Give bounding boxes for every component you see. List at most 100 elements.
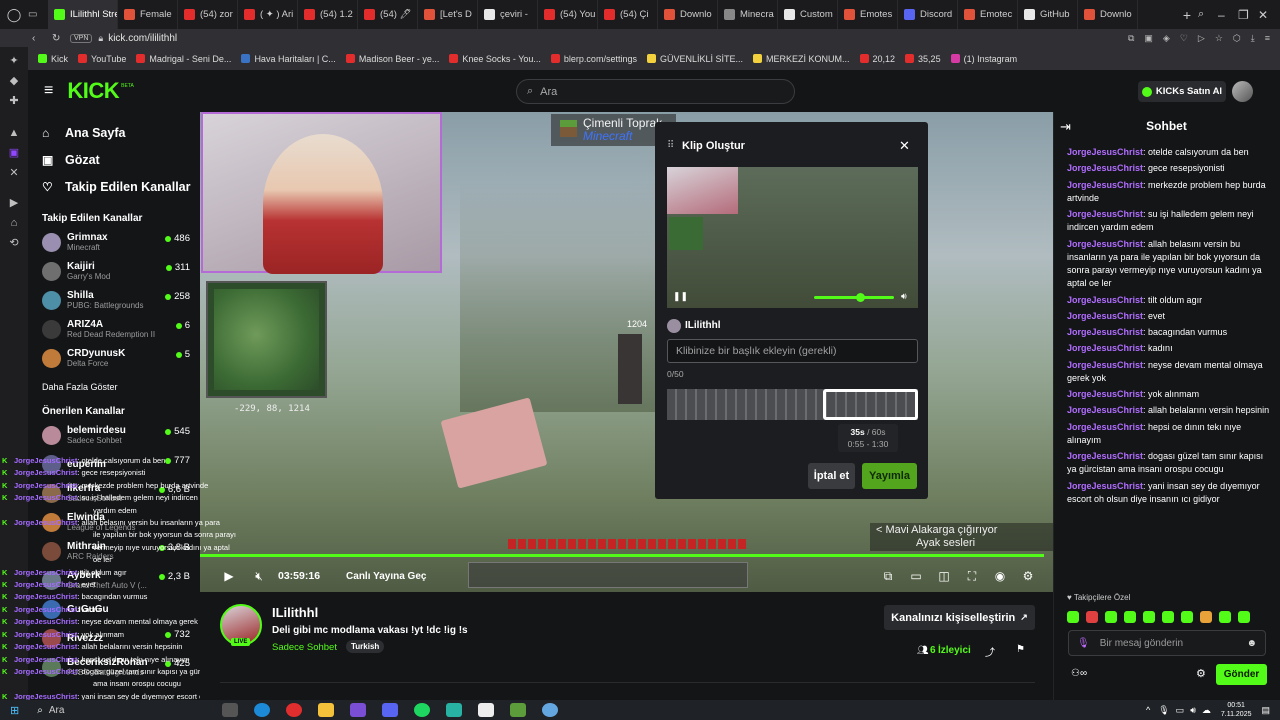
tray-cloud-icon[interactable]: ☁ <box>1202 705 1211 716</box>
send-button[interactable]: Gönder <box>1216 664 1267 685</box>
clip-title-input[interactable]: Klibinize bir başlık ekleyin (gerekli) <box>667 339 918 363</box>
emote-icon[interactable] <box>1086 611 1098 623</box>
tray-volume-icon[interactable]: 🔊︎ <box>1190 705 1196 716</box>
browser-tab[interactable]: (54) 1.2 <box>298 0 358 29</box>
chat-username[interactable]: JorgeJesusChrist <box>1067 163 1143 173</box>
microphone-icon[interactable]: 🎙︎ <box>1077 638 1090 649</box>
opera-icon[interactable] <box>286 703 303 717</box>
emote-icon[interactable] <box>1200 611 1212 623</box>
bookmark-item[interactable]: 35,25 <box>905 54 941 64</box>
emote-icon[interactable] <box>1143 611 1155 623</box>
hamburger-menu-icon[interactable]: ≡ <box>44 82 53 100</box>
pin-icon[interactable]: ◆ <box>6 75 22 87</box>
app-icon-blue[interactable] <box>542 703 559 717</box>
chat-username[interactable]: JorgeJesusChrist <box>1067 209 1143 219</box>
notification-icon[interactable]: ▤ <box>1261 705 1270 716</box>
windows-start-icon[interactable]: ⊞ <box>10 704 19 717</box>
chat-username[interactable]: JorgeJesusChrist <box>1067 147 1143 157</box>
language-tag[interactable]: Turkish <box>346 640 385 653</box>
channel-item[interactable]: CRDyunusK Delta Force 5 <box>28 344 200 373</box>
discord-icon[interactable] <box>382 703 399 717</box>
user-avatar[interactable] <box>1232 81 1253 102</box>
clip-volume-slider[interactable] <box>814 293 894 302</box>
chat-settings-icon[interactable]: ⚙ <box>1196 667 1206 680</box>
kick-logo[interactable]: KICK <box>67 78 119 104</box>
browser-tab[interactable]: ILilithhl Stre <box>48 0 118 29</box>
bookmark-item[interactable]: 20,12 <box>859 54 895 64</box>
mini-player-button[interactable]: ◫ <box>933 565 955 587</box>
bookmark-item[interactable]: MERKEZİ KONUM... <box>753 54 850 64</box>
browser-tab[interactable]: [Let's D <box>418 0 478 29</box>
minecraft-icon[interactable] <box>510 703 527 717</box>
taskbar-search-box[interactable] <box>64 703 214 717</box>
browser-tab[interactable]: ( ✦ ) Ari <box>238 0 298 29</box>
nav-item[interactable]: ▣ Gözat <box>28 146 200 173</box>
channel-item[interactable]: Grimnax Minecraft 486 <box>28 228 200 257</box>
chat-username[interactable]: JorgeJesusChrist <box>1067 239 1143 249</box>
close-icon[interactable]: ✕ <box>899 138 910 154</box>
emote-icon[interactable] <box>1181 611 1193 623</box>
heart-icon[interactable]: ♡ <box>1180 33 1188 44</box>
bookmark-item[interactable]: YouTube <box>78 54 126 64</box>
back-icon[interactable]: ‹ <box>32 33 52 44</box>
vpn-badge[interactable]: VPN <box>70 33 93 43</box>
browser-tab[interactable]: Minecra <box>718 0 778 29</box>
taskbar-search[interactable]: Ara <box>49 705 65 716</box>
close-window-button[interactable]: ✕ <box>1258 8 1280 22</box>
snapshot-icon[interactable]: ⧉ <box>1128 33 1134 44</box>
tray-chevron-icon[interactable]: ^ <box>1146 705 1150 715</box>
chat-username[interactable]: JorgeJesusChrist <box>1067 343 1143 353</box>
clip-pause-icon[interactable]: ❚❚ <box>673 291 688 302</box>
bookmark-icon[interactable]: ⌂ <box>6 217 22 229</box>
browser-tab[interactable]: Emotec <box>958 0 1018 29</box>
channel-item[interactable]: Shilla PUBG: Battlegrounds 258 <box>28 286 200 315</box>
browser-tab[interactable]: Downlo <box>658 0 718 29</box>
browser-tab[interactable]: Emotes <box>838 0 898 29</box>
tab-overview-icon[interactable]: ▭ <box>28 9 48 20</box>
emoji-picker-icon[interactable]: ☻ <box>1246 638 1257 649</box>
minimize-button[interactable]: – <box>1218 8 1238 22</box>
bookmark-item[interactable]: Madison Beer - ye... <box>345 54 439 64</box>
emote-icon[interactable] <box>1238 611 1250 623</box>
browser-tab[interactable]: çeviri - <box>478 0 538 29</box>
bookmark-item[interactable]: blerp.com/settings <box>550 54 637 64</box>
app-icon-teal[interactable] <box>446 703 463 717</box>
clip-preview[interactable]: ❚❚ 🔊︎ <box>667 167 918 308</box>
clip-selection-handle[interactable] <box>822 389 918 420</box>
taskbar-search-icon[interactable]: ⌕ <box>37 705 43 716</box>
browser-tab[interactable]: Femalе <box>118 0 178 29</box>
edge-icon[interactable] <box>254 703 271 717</box>
url-field[interactable]: kick.com/ililithhl <box>108 33 177 44</box>
chat-username[interactable]: JorgeJesusChrist <box>1067 422 1143 432</box>
player-icon[interactable]: ▶ <box>6 197 22 209</box>
play-button[interactable]: ▶ <box>218 565 240 587</box>
buy-kicks-button[interactable]: KICKs Satın Al <box>1138 81 1226 102</box>
file-explorer-icon[interactable] <box>318 703 335 717</box>
chat-users-icon[interactable]: ⚇∞ <box>1071 668 1087 679</box>
browser-tab[interactable]: (54) zor <box>178 0 238 29</box>
clip-volume-icon[interactable]: 🔊︎ <box>901 291 907 302</box>
cancel-button[interactable]: İptal et <box>808 463 855 489</box>
chat-username[interactable]: JorgeJesusChrist <box>1067 389 1143 399</box>
aria-icon[interactable]: ✦ <box>6 55 22 67</box>
chat-username[interactable]: JorgeJesusChrist <box>1067 295 1143 305</box>
shield-icon[interactable]: ◈ <box>1163 33 1170 44</box>
chat-username[interactable]: JorgeJesusChrist <box>1067 451 1143 461</box>
crop-icon[interactable]: ▣ <box>1144 33 1153 44</box>
bookmark-item[interactable]: Madrigal - Seni De... <box>136 54 231 64</box>
bookmark-item[interactable]: Knee Socks - You... <box>449 54 541 64</box>
app-icon-purple[interactable] <box>350 703 367 717</box>
history-icon[interactable]: ⟲ <box>6 237 22 249</box>
tools-icon[interactable]: ✚ <box>6 95 22 107</box>
channel-item[interactable]: ARIZ4A Red Dead Redemption II 6 <box>28 315 200 344</box>
browser-tab[interactable]: (54) You <box>538 0 598 29</box>
browser-tab[interactable]: Custom <box>778 0 838 29</box>
browser-tab[interactable]: Discord <box>898 0 958 29</box>
menu-icon[interactable]: ≡ <box>1265 33 1270 44</box>
stream-category[interactable]: Sadece Sohbet <box>272 642 337 653</box>
bookmark-item[interactable]: GÜVENLİKLİ SİTE... <box>646 54 743 64</box>
channel-item[interactable]: belemirdesu Sadece Sohbet 545 <box>28 421 200 450</box>
chat-message-input[interactable]: 🎙︎ Bir mesaj gönderin ☻ <box>1068 630 1266 656</box>
emote-icon[interactable] <box>1067 611 1079 623</box>
drag-handle-icon[interactable]: ⠿ <box>667 140 674 151</box>
